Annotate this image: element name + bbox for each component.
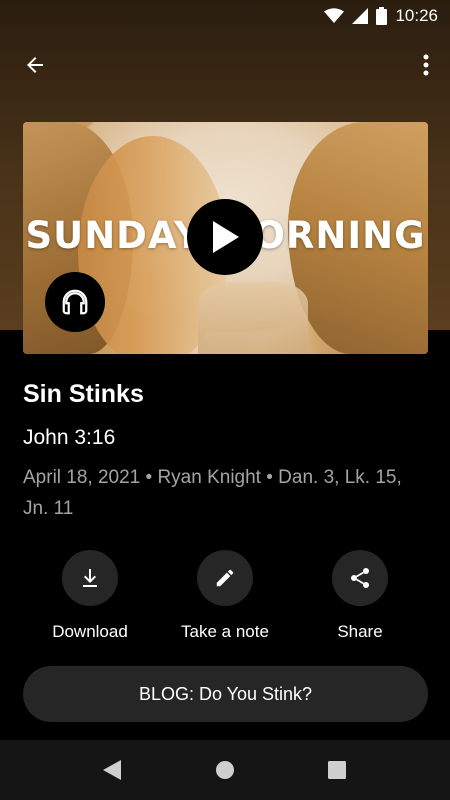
app-bar [0, 40, 450, 90]
blog-button-label: BLOG: Do You Stink? [138, 683, 313, 704]
nav-back-button[interactable] [100, 758, 124, 782]
download-circle[interactable] [62, 550, 118, 606]
audio-button[interactable] [45, 272, 105, 332]
system-nav-bar [0, 740, 450, 800]
nav-home-icon [216, 761, 234, 779]
status-time: 10:26 [395, 6, 438, 25]
more-vert-icon [423, 54, 429, 76]
sermon-scripture: John 3:16 [23, 426, 116, 449]
take-note-button[interactable]: Take a note [160, 550, 290, 642]
nav-recents-button[interactable] [325, 758, 349, 782]
action-row: Download Take a note Share [0, 550, 450, 650]
thumbnail-rubble [198, 282, 308, 354]
take-note-circle[interactable] [197, 550, 253, 606]
arrow-back-icon [27, 57, 43, 73]
status-bar: 10:26 [0, 0, 450, 32]
nav-recents-icon [328, 761, 346, 779]
sermon-thumbnail[interactable]: SUNDAY MORNING [23, 122, 428, 354]
signal-icon [352, 8, 369, 24]
download-button[interactable]: Download [25, 550, 155, 642]
download-label: Download [52, 622, 128, 641]
pencil-icon [216, 569, 234, 587]
download-icon [83, 569, 97, 587]
play-button[interactable] [187, 199, 263, 275]
take-note-label: Take a note [181, 622, 269, 641]
back-button[interactable] [20, 50, 50, 80]
nav-back-icon [103, 760, 121, 780]
more-options-button[interactable] [416, 50, 436, 80]
battery-icon [376, 7, 388, 25]
headphones-icon [62, 289, 88, 315]
play-icon [213, 221, 239, 253]
share-label: Share [337, 622, 383, 641]
nav-home-button[interactable] [213, 758, 237, 782]
sermon-meta: April 18, 2021 • Ryan Knight • Dan. 3, L… [23, 467, 402, 519]
share-circle[interactable] [332, 550, 388, 606]
share-icon [351, 568, 369, 588]
sermon-title: Sin Stinks [23, 380, 144, 408]
blog-button[interactable]: BLOG: Do You Stink? [23, 666, 428, 722]
wifi-icon [324, 8, 345, 24]
share-button[interactable]: Share [295, 550, 425, 642]
